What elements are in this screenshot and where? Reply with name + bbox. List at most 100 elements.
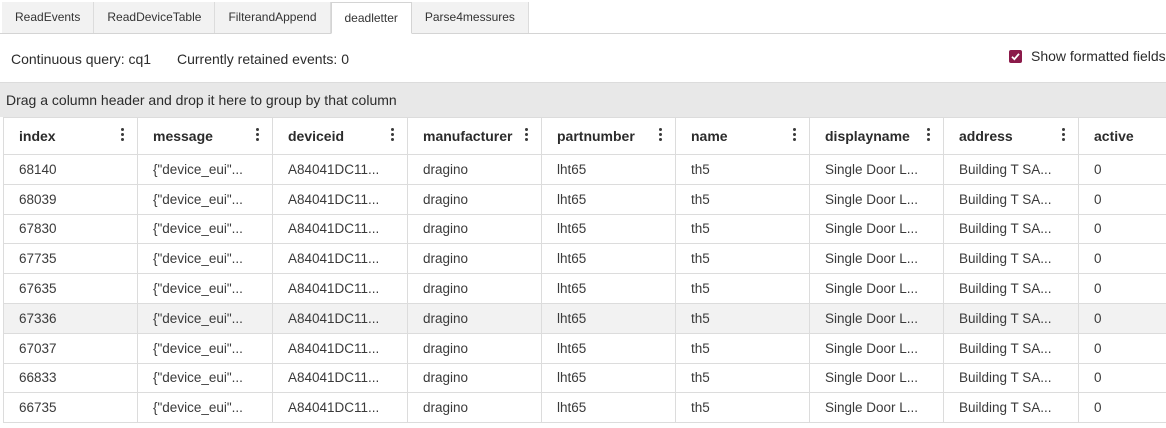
group-by-drop-zone[interactable]: Drag a column header and drop it here to… (0, 82, 1166, 117)
table-row[interactable]: 66833 {"device_eui"... A84041DC11... dragin… (3, 363, 1166, 394)
cell-partnumber: lht65 (541, 184, 676, 215)
cell-address: Building T SA... (943, 214, 1079, 245)
cell-index: 66735 (3, 392, 138, 424)
header-row: index message deviceid manufacturer partnumb… (3, 117, 1166, 155)
cell-address: Building T SA... (943, 273, 1079, 304)
column-menu-icon[interactable] (1060, 127, 1066, 145)
cell-message: {"device_eui"... (137, 243, 273, 275)
cell-active: 0 (1078, 214, 1166, 245)
table-row[interactable]: 68140 {"device_eui"... A84041DC11... dragin… (3, 154, 1166, 185)
cell-manufacturer: dragino (407, 154, 542, 185)
column-header-message[interactable]: message (137, 117, 273, 155)
cell-partnumber: lht65 (541, 214, 676, 245)
column-menu-icon[interactable] (389, 127, 395, 145)
cell-deviceid: A84041DC11... (272, 243, 408, 275)
cell-deviceid: A84041DC11... (272, 184, 408, 215)
column-menu-icon[interactable] (791, 127, 797, 145)
cell-message: {"device_eui"... (137, 333, 273, 364)
cell-manufacturer: dragino (407, 363, 542, 394)
table-row[interactable]: 67735 {"device_eui"... A84041DC11... dragin… (3, 243, 1166, 275)
cell-address: Building T SA... (943, 333, 1079, 364)
tab-bar: ReadEvents ReadDeviceTable FilterandAppe… (0, 0, 1166, 34)
cell-partnumber: lht65 (541, 154, 676, 185)
cell-message: {"device_eui"... (137, 303, 273, 334)
cell-deviceid: A84041DC11... (272, 154, 408, 185)
column-header-label: name (691, 128, 728, 144)
cell-manufacturer: dragino (407, 184, 542, 215)
column-header-address[interactable]: address (943, 117, 1079, 155)
column-header-displayname[interactable]: displayname (809, 117, 944, 155)
column-header-label: manufacturer (423, 128, 513, 144)
cell-index: 67635 (3, 273, 138, 304)
cell-deviceid: A84041DC11... (272, 303, 408, 334)
cell-manufacturer: dragino (407, 243, 542, 275)
check-icon (1011, 52, 1020, 61)
cell-address: Building T SA... (943, 363, 1079, 394)
column-header-label: displayname (825, 128, 910, 144)
column-header-index[interactable]: index (3, 117, 138, 155)
cell-address: Building T SA... (943, 303, 1079, 334)
cell-message: {"device_eui"... (137, 154, 273, 185)
tab-readdevicetable[interactable]: ReadDeviceTable (94, 2, 216, 33)
column-menu-icon[interactable] (925, 127, 931, 145)
column-menu-icon[interactable] (119, 127, 125, 145)
cell-active: 0 (1078, 154, 1166, 185)
tab-filterandappend[interactable]: FilterandAppend (215, 2, 331, 33)
column-menu-icon[interactable] (254, 127, 260, 145)
table-row[interactable]: 68039 {"device_eui"... A84041DC11... dragin… (3, 184, 1166, 215)
cell-partnumber: lht65 (541, 243, 676, 275)
column-menu-icon[interactable] (657, 127, 663, 145)
show-formatted-toggle[interactable]: Show formatted fields (1009, 48, 1166, 64)
cell-deviceid: A84041DC11... (272, 333, 408, 364)
table-row[interactable]: 66735 {"device_eui"... A84041DC11... dragin… (3, 392, 1166, 424)
cell-index: 68140 (3, 154, 138, 185)
column-menu-icon[interactable] (523, 127, 529, 145)
cell-message: {"device_eui"... (137, 392, 273, 424)
cell-name: th5 (675, 303, 810, 334)
show-formatted-checkbox[interactable] (1009, 49, 1022, 63)
cell-active: 0 (1078, 333, 1166, 364)
table-row[interactable]: 67336 {"device_eui"... A84041DC11... dragin… (3, 303, 1166, 334)
column-header-active[interactable]: active (1078, 117, 1166, 155)
table-row[interactable]: 67037 {"device_eui"... A84041DC11... dragin… (3, 333, 1166, 364)
cell-message: {"device_eui"... (137, 184, 273, 215)
cell-deviceid: A84041DC11... (272, 392, 408, 424)
show-formatted-label: Show formatted fields (1031, 48, 1166, 64)
toolbar: Continuous query: cq1 Currently retained… (0, 34, 1166, 82)
column-header-name[interactable]: name (675, 117, 810, 155)
cell-message: {"device_eui"... (137, 273, 273, 304)
cell-index: 66833 (3, 363, 138, 394)
cell-name: th5 (675, 273, 810, 304)
cell-message: {"device_eui"... (137, 214, 273, 245)
cell-message: {"device_eui"... (137, 363, 273, 394)
tab-deadletter[interactable]: deadletter (330, 2, 412, 34)
table-row[interactable]: 67635 {"device_eui"... A84041DC11... dragin… (3, 273, 1166, 304)
table-row[interactable]: 67830 {"device_eui"... A84041DC11... dragin… (3, 214, 1166, 245)
column-header-deviceid[interactable]: deviceid (272, 117, 408, 155)
tab-parse4messures[interactable]: Parse4messures (411, 2, 529, 33)
cell-manufacturer: dragino (407, 303, 542, 334)
cell-name: th5 (675, 363, 810, 394)
cell-index: 68039 (3, 184, 138, 215)
cell-active: 0 (1078, 273, 1166, 304)
column-header-partnumber[interactable]: partnumber (541, 117, 676, 155)
cell-index: 67735 (3, 243, 138, 275)
column-header-label: address (959, 128, 1013, 144)
cell-active: 0 (1078, 392, 1166, 424)
cell-displayname: Single Door L... (809, 273, 944, 304)
cell-name: th5 (675, 243, 810, 275)
cell-partnumber: lht65 (541, 333, 676, 364)
tab-readevents[interactable]: ReadEvents (2, 2, 95, 33)
cell-partnumber: lht65 (541, 273, 676, 304)
cell-index: 67037 (3, 333, 138, 364)
cell-name: th5 (675, 333, 810, 364)
column-header-manufacturer[interactable]: manufacturer (407, 117, 542, 155)
cell-displayname: Single Door L... (809, 363, 944, 394)
column-header-label: partnumber (557, 128, 635, 144)
cell-active: 0 (1078, 243, 1166, 275)
cell-displayname: Single Door L... (809, 333, 944, 364)
column-header-label: index (19, 128, 56, 144)
cell-active: 0 (1078, 184, 1166, 215)
cell-manufacturer: dragino (407, 392, 542, 424)
cell-index: 67830 (3, 214, 138, 245)
